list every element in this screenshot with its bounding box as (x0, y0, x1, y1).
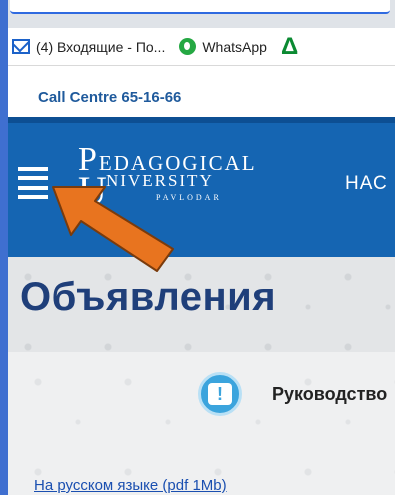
nav-menu-item[interactable]: НАС (345, 173, 388, 195)
call-centre-link[interactable]: Call Centre 65-16-66 (38, 89, 181, 106)
header-top-line (8, 117, 395, 123)
whatsapp-icon (179, 38, 197, 55)
bookmark-whatsapp-label: WhatsApp (202, 38, 267, 55)
content-area: ! Руководство На русском языке (pdf 1Mb) (8, 352, 395, 495)
notice-item[interactable]: ! Руководство (198, 372, 387, 416)
notice-title: Руководство (272, 383, 388, 404)
bookmarks-bar: (4) Входящие - По... WhatsApp Δ (8, 28, 395, 66)
delta-icon: Δ (280, 32, 299, 60)
bookmark-inbox[interactable]: (4) Входящие - По... (12, 39, 165, 55)
bookmark-delta[interactable]: Δ (280, 32, 304, 60)
browser-tab-strip (0, 0, 395, 28)
bookmark-inbox-label: (4) Входящие - По... (36, 38, 166, 55)
mail-icon (12, 39, 30, 54)
pointer-arrow-icon (52, 186, 174, 272)
bookmark-whatsapp[interactable]: WhatsApp (179, 38, 267, 55)
background-window-edge (0, 0, 8, 495)
browser-tab[interactable] (10, 0, 390, 14)
info-bubble-icon: ! (198, 372, 242, 416)
site-top-bar: Call Centre 65-16-66 (8, 67, 395, 117)
page-title: Объявления (20, 275, 277, 319)
pdf-download-link[interactable]: На русском языке (pdf 1Mb) (34, 477, 227, 494)
